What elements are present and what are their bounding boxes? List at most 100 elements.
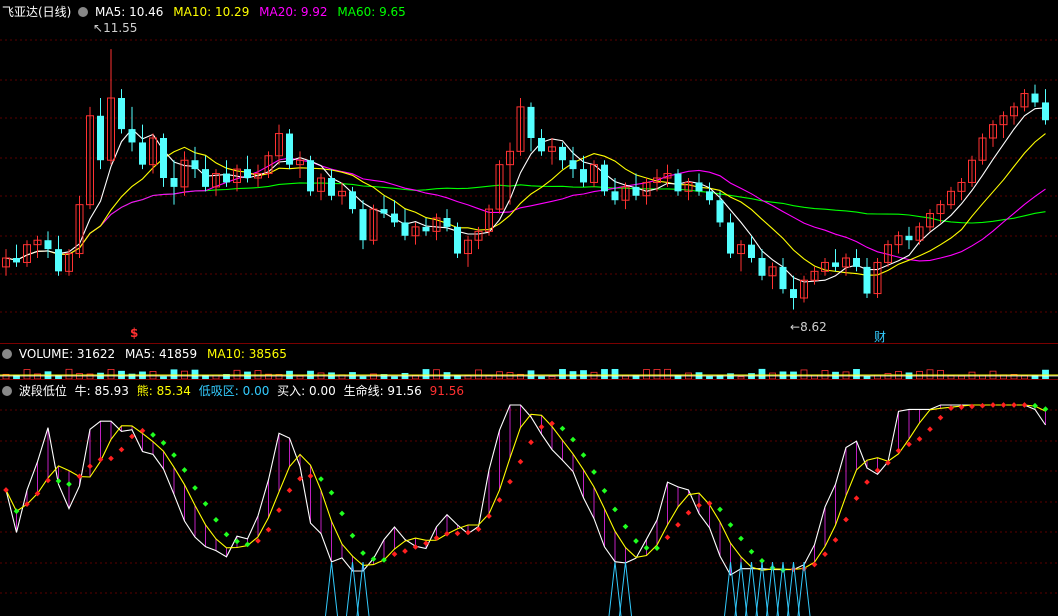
lifeline-dot (1021, 402, 1028, 408)
high-marker-value: 11.55 (103, 21, 138, 35)
candle-body (611, 191, 619, 201)
lifeline-dot (979, 402, 986, 409)
dividend-marker[interactable]: $ (130, 326, 138, 340)
candle-body (790, 289, 797, 298)
volume-bar (601, 369, 608, 380)
lifeline-dot (528, 439, 534, 446)
candle-body (674, 173, 682, 192)
lifeline-dot (853, 495, 860, 502)
high-marker: ↖11.55 (93, 21, 137, 35)
high-arrow-icon: ↖ (93, 21, 104, 35)
price-panel: 飞亚达(日线) MA5: 10.46 MA10: 10.29 MA20: 9.9… (0, 0, 1058, 344)
candle-body (307, 160, 314, 192)
volume-bar (23, 369, 31, 380)
candle-body (748, 244, 755, 258)
collapse-icon[interactable] (2, 349, 12, 359)
lifeline-dot (780, 567, 786, 573)
lifeline-dot (601, 487, 608, 494)
candle-body (527, 106, 535, 138)
low-zone-value: 低吸区: 0.00 (198, 384, 270, 398)
candle-body (905, 235, 913, 241)
candle-body (727, 222, 734, 254)
indicator-panel: 波段低位 牛: 85.93 熊: 85.34 低吸区: 0.00 买入: 0.0… (0, 379, 1058, 616)
low-arrow-icon: ← (790, 320, 801, 334)
lifeline-dot (643, 545, 650, 551)
lifeline-dot (402, 548, 408, 554)
low-zone-spike (745, 561, 758, 616)
volume-panel: VOLUME: 31622 MA5: 41859 MA10: 38565 (0, 343, 1058, 380)
lifeline-dot (181, 467, 188, 473)
volume-bar (433, 369, 440, 380)
lifeline-dot (202, 500, 209, 507)
candle-body (223, 173, 230, 183)
lifeline-dot (622, 523, 629, 530)
lifeline-dot (612, 506, 618, 513)
stock-title: 飞亚达(日线) (2, 5, 72, 19)
volume-bar (475, 369, 482, 380)
ma20-legend: MA20: 9.92 (259, 5, 328, 19)
volume-bar (926, 369, 934, 380)
collapse-icon[interactable] (78, 7, 89, 17)
volume-bar (800, 369, 808, 380)
lifeline-dot (549, 420, 555, 427)
volume-bar (853, 369, 860, 380)
candle-body (779, 266, 787, 290)
lifeline-dot (664, 534, 671, 541)
candle-body (580, 169, 587, 183)
low-marker-value: 8.62 (800, 320, 827, 334)
lifeline-dot (822, 551, 828, 558)
candle-body (716, 200, 724, 223)
candle-body (391, 213, 398, 223)
candle-body (55, 249, 62, 272)
candle-body (695, 182, 703, 192)
volume-bar (664, 368, 671, 380)
lifeline-dot (948, 405, 954, 412)
bear-value: 熊: 85.34 (136, 384, 191, 398)
lifeline-dot (318, 476, 324, 482)
lifeline-dot (171, 452, 177, 458)
lifeline-dot (633, 538, 639, 544)
lifeline-dot (790, 566, 797, 572)
low-zone-spike (325, 561, 338, 616)
lifeline-dot (45, 477, 51, 484)
lifeline-dot (486, 513, 492, 519)
lifeline-dot (538, 424, 545, 430)
candle-body (380, 209, 388, 214)
volume-bar (170, 369, 178, 380)
candle-body (454, 226, 461, 254)
ma5-legend: MA5: 10.46 (95, 5, 164, 19)
bull-line (5, 404, 1046, 576)
lifeline-dot (1000, 402, 1007, 408)
volume-bar (758, 368, 766, 380)
candle-body (832, 262, 839, 267)
indicator-chart (0, 402, 1058, 616)
bear-line (5, 404, 1046, 571)
lifeline-dot (717, 506, 723, 513)
price-chart (0, 39, 1058, 313)
collapse-icon[interactable] (2, 386, 12, 396)
lifeline-dot (139, 427, 146, 434)
volume-bar (643, 369, 650, 380)
lifeline-dot (748, 548, 755, 555)
candle-body (1042, 102, 1049, 121)
candle-body (443, 218, 451, 227)
candle-body (139, 142, 146, 165)
ma10-legend: MA10: 10.29 (173, 5, 250, 19)
lifeline-dot (738, 535, 744, 542)
candle-body (170, 178, 178, 187)
candle-body (118, 98, 125, 130)
lifeline-dot (507, 478, 513, 485)
lifeline-dot (150, 432, 156, 438)
volume-bar (244, 371, 251, 380)
candle-body (569, 160, 577, 170)
lifeline-dot (3, 487, 9, 493)
lifeline-dot (307, 473, 314, 479)
candle-body (538, 138, 545, 152)
lifeline-dot (696, 502, 702, 509)
candle-body (128, 129, 136, 143)
lifeline-dot (465, 529, 471, 536)
volume-legend: VOLUME: 31622 MA5: 41859 MA10: 38565 (2, 347, 287, 361)
volume-bar (422, 369, 430, 380)
lifeline-dot (108, 455, 114, 462)
bull-value: 牛: 85.93 (74, 384, 129, 398)
